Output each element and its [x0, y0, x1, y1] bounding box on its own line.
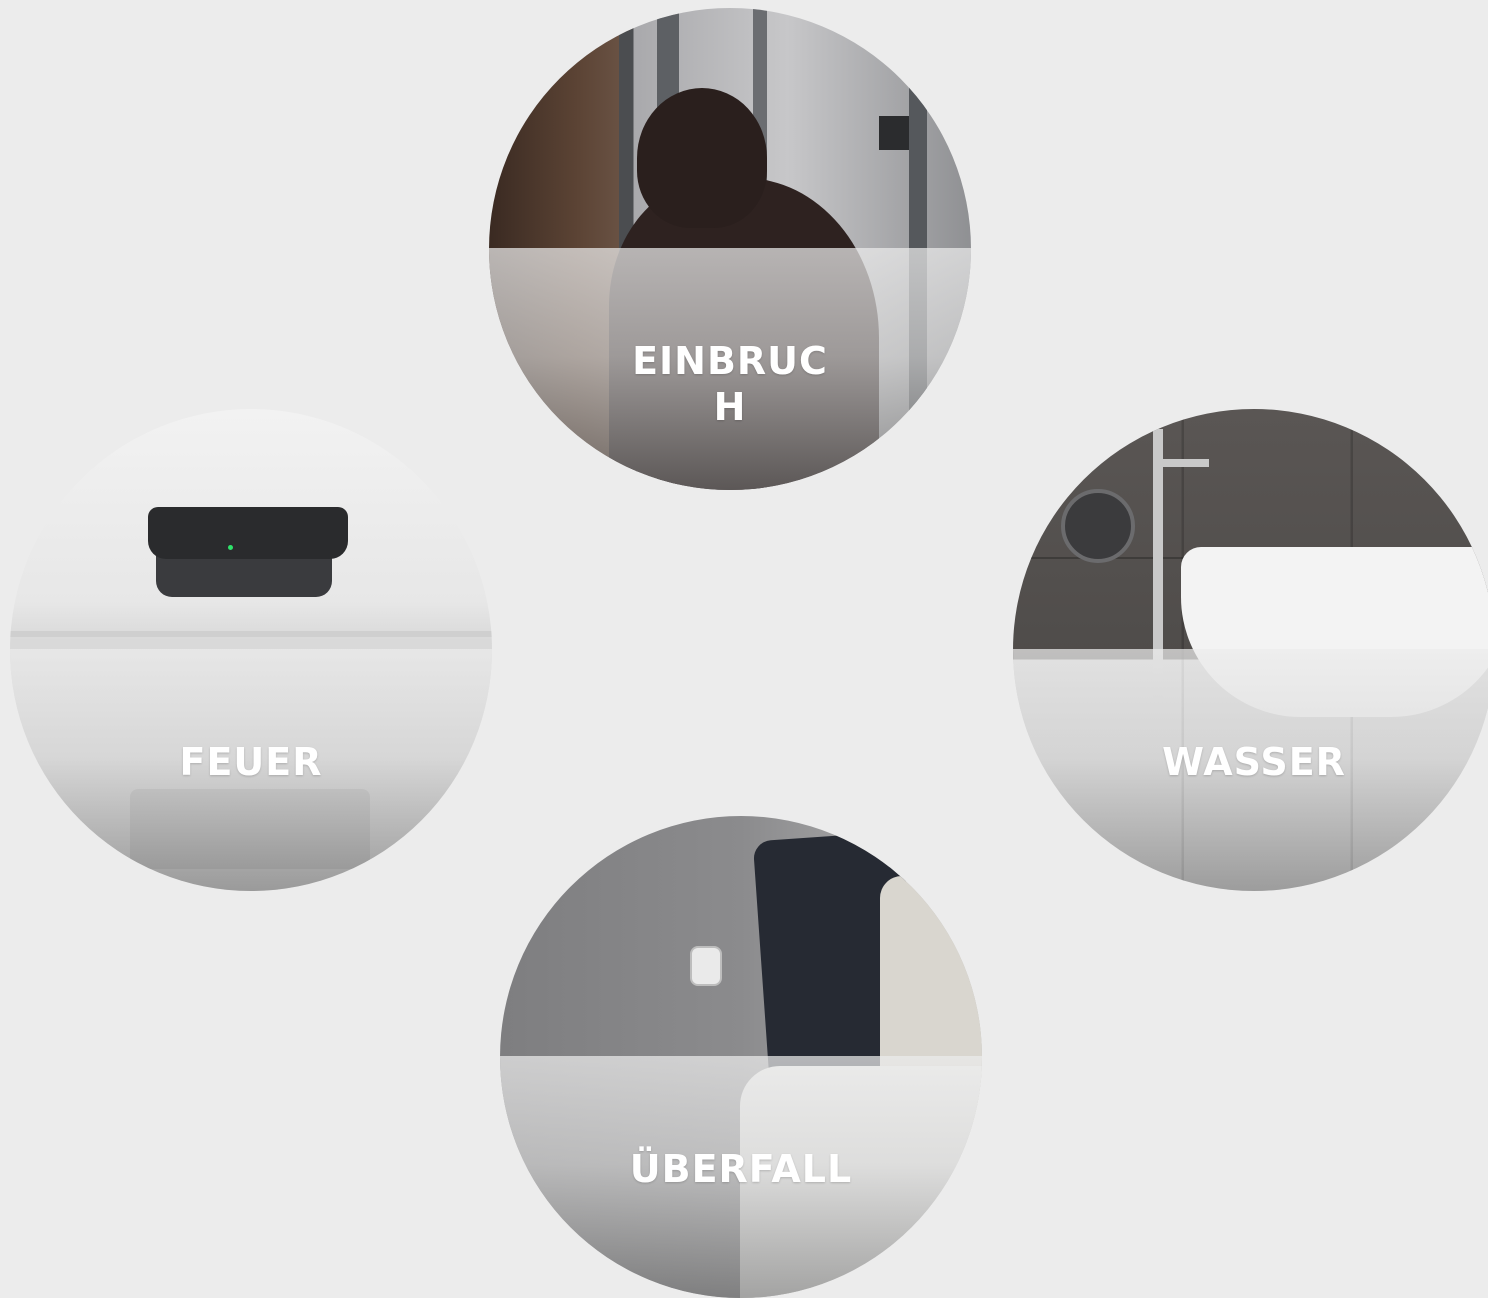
detector-led	[228, 545, 233, 550]
shower-valve	[1061, 489, 1135, 563]
category-label-panic: ÜBERFALL	[629, 1147, 853, 1191]
threat-category-selector: EINBRUC H FEUER WASSER ÜBERFALL	[0, 0, 1488, 1298]
category-tile-water[interactable]: WASSER	[1013, 409, 1488, 891]
category-label-fire: FEUER	[179, 740, 323, 784]
wall-lamp	[879, 116, 909, 150]
category-tile-panic[interactable]: ÜBERFALL	[500, 816, 982, 1298]
category-label-burglary: EINBRUC H	[632, 339, 828, 430]
panic-button-device	[690, 946, 722, 986]
category-label-water: WASSER	[1162, 740, 1346, 784]
ceiling-edge	[10, 631, 492, 637]
faucet-arm	[1153, 459, 1209, 467]
smoke-detector-base	[156, 555, 332, 597]
burglar-hood	[637, 88, 767, 228]
category-tile-burglary[interactable]: EINBRUC H	[489, 8, 971, 490]
smoke-detector	[148, 507, 348, 559]
category-tile-fire[interactable]: FEUER	[10, 409, 492, 891]
